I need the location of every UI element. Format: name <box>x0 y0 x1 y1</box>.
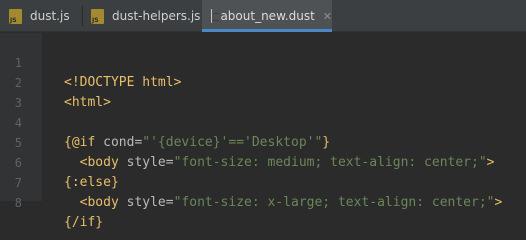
html-attribute: style= <box>126 195 174 210</box>
code-line: 6 {:else} <box>0 133 526 190</box>
code-line: 4 {@if cond="'{device}'=='Desktop'"} <box>0 93 526 150</box>
code-text: <body style="font-size: x-large; text-al… <box>64 193 503 213</box>
tab-dust-js[interactable]: JS dust.js <box>0 0 82 32</box>
html-tag-close: > <box>494 195 503 210</box>
js-file-icon-label: JS <box>10 16 17 24</box>
html-string: "font-size: x-large; text-align: center;… <box>173 195 495 210</box>
code-line: 2 <html> <box>0 53 526 110</box>
code-line: 1 <!DOCTYPE html> <box>0 33 526 90</box>
js-file-icon: JS <box>91 8 104 24</box>
line-number: 8 <box>14 196 22 210</box>
code-line: 7 <body style="font-size: x-large; text-… <box>0 153 526 210</box>
tab-dust-helpers-js[interactable]: JS dust-helpers.js <box>82 0 202 32</box>
html-tag-open: <body <box>79 195 127 210</box>
code-line: 3 <box>0 73 526 110</box>
code-text: {/if} <box>64 215 104 230</box>
close-icon[interactable]: ✕ <box>323 11 332 22</box>
dust-file-icon <box>211 9 219 23</box>
tab-label: about_new.dust <box>220 9 315 23</box>
js-file-icon-label: JS <box>92 16 99 24</box>
code-line: 5 <body style="font-size: medium; text-a… <box>0 113 526 170</box>
tab-about-new-dust[interactable]: about_new.dust ✕ <box>202 0 332 32</box>
tab-bar: JS dust.js JS dust-helpers.js about_new.… <box>0 0 526 32</box>
editor-window: JS dust.js JS dust-helpers.js about_new.… <box>0 0 526 230</box>
code-line: 8 {/if} <box>0 173 526 230</box>
tab-label: dust-helpers.js <box>112 9 201 23</box>
tab-label: dust.js <box>30 9 70 23</box>
js-file-icon: JS <box>9 8 22 24</box>
